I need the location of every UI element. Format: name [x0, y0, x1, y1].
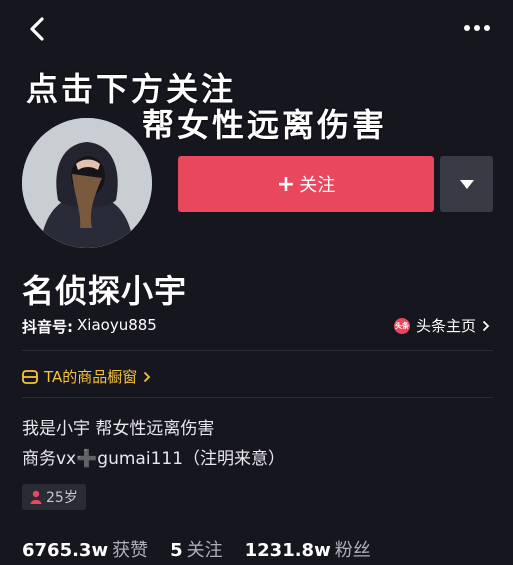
- follow-plus-icon: +: [276, 171, 296, 197]
- likes-label: 获赞: [112, 540, 149, 561]
- shop-window-link[interactable]: TA的商品橱窗: [22, 366, 151, 387]
- following-count: 5: [170, 540, 183, 561]
- account-id-row: 抖音号: Xiaoyu885: [22, 316, 157, 337]
- likes-count: 6765.3w: [22, 540, 109, 561]
- divider: [22, 397, 493, 398]
- follow-button-label: 关注: [299, 175, 336, 196]
- account-id-label: 抖音号:: [22, 318, 73, 336]
- recommend-dropdown-button[interactable]: [440, 156, 493, 212]
- female-user-icon: [30, 490, 42, 504]
- shop-window-label: TA的商品橱窗: [44, 368, 138, 386]
- age-tag: 25岁: [22, 484, 86, 510]
- back-arrow-icon[interactable]: [26, 14, 50, 44]
- toutiao-homepage-link[interactable]: 头条 头条主页: [394, 315, 490, 336]
- bio-line-1: 我是小宇 帮女性远离伤害: [22, 419, 215, 439]
- caret-down-icon: [459, 179, 474, 189]
- shop-window-icon: [22, 369, 38, 384]
- divider: [22, 350, 493, 351]
- chevron-right-icon: [144, 371, 151, 382]
- stats-row: 6765.3w 获赞 5 关注 1231.8w 粉丝: [22, 536, 371, 562]
- account-id-value: Xiaoyu885: [77, 316, 157, 334]
- following-label: 关注: [186, 540, 223, 561]
- bio-business-contact: gumai111（注明来意）: [97, 449, 286, 469]
- profile-name: 名侦探小宇: [22, 272, 188, 310]
- followers-stat[interactable]: 1231.8w 粉丝: [245, 536, 371, 562]
- chevron-right-icon: [482, 320, 490, 331]
- bio-line-2: 商务vx➕gumai111（注明来意）: [22, 444, 285, 469]
- toutiao-icon: 头条: [394, 317, 410, 334]
- banner-line-2: 帮女性远离伤害: [142, 106, 388, 144]
- following-stat[interactable]: 5 关注: [170, 536, 223, 562]
- followers-count: 1231.8w: [244, 540, 331, 561]
- more-icon[interactable]: [462, 22, 492, 34]
- likes-stat[interactable]: 6765.3w 获赞: [22, 536, 148, 562]
- age-label: 25岁: [46, 490, 78, 506]
- followers-label: 粉丝: [334, 540, 371, 561]
- hooded-figure-avatar-image: [22, 118, 152, 248]
- toutiao-link-label: 头条主页: [416, 317, 477, 335]
- follow-button[interactable]: + 关注: [178, 156, 434, 212]
- bio-business-label: 商务vx: [22, 449, 77, 469]
- plus-icon: ➕: [76, 449, 98, 469]
- avatar[interactable]: [22, 118, 152, 248]
